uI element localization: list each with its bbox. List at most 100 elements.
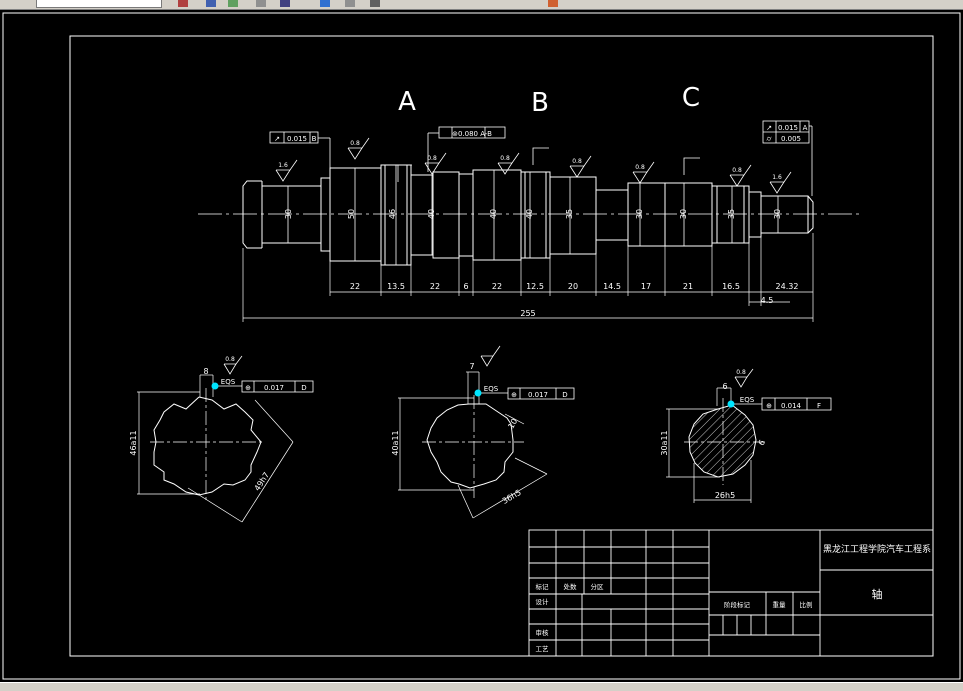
label-design: 设计 [536, 597, 550, 606]
length-label: 4.5 [761, 296, 774, 305]
school-name: 黑龙江工程学院汽车工程系 [823, 543, 931, 555]
gdt-datum: D [301, 384, 306, 392]
label-count: 处数 [564, 582, 578, 591]
gdt-value: ⊚0.080 A-B [452, 130, 492, 138]
length-label: 20 [568, 282, 578, 291]
section-a-width: 8 [203, 367, 208, 376]
diameter-label: 30 [679, 209, 688, 219]
length-label: 14.5 [603, 282, 621, 291]
tool-icon[interactable] [320, 0, 330, 7]
section-c [666, 368, 832, 503]
label-weight: 重量 [773, 601, 787, 609]
cad-drawing: A B C 30 50 46 40 40 40 35 30 30 35 30 2… [2, 12, 961, 680]
section-b-dim-outer: 36h5 [501, 488, 523, 506]
length-label: 17 [641, 282, 651, 291]
diameter-label: 30 [284, 209, 293, 219]
length-label: 12.5 [526, 282, 544, 291]
section-c-dim-outer: 26h5 [715, 491, 735, 500]
gdt-frames [269, 120, 813, 196]
length-label: 16.5 [722, 282, 740, 291]
view-label-b: B [531, 88, 549, 118]
gdt-value: 0.005 [781, 135, 801, 143]
layer-dropdown[interactable] [36, 0, 162, 8]
label-mark: 标记 [536, 582, 550, 591]
section-c-symbol: EQS [740, 396, 755, 404]
roughness-label: 0.8 [736, 369, 746, 376]
diameter-label: 40 [525, 209, 534, 219]
gdt-value: 0.015 [287, 135, 307, 143]
tool-icon[interactable] [178, 0, 188, 7]
roughness-label: 0.8 [572, 158, 582, 165]
gdt-datum: D [562, 391, 567, 399]
roughness-label: 0.8 [427, 155, 437, 162]
drawing-canvas[interactable]: A B C 30 50 46 40 40 40 35 30 30 35 30 2… [0, 10, 963, 682]
length-label: 21 [683, 282, 693, 291]
tool-icon[interactable] [228, 0, 238, 7]
diameter-label: 30 [635, 209, 644, 219]
label-stage-mark: 阶段标记 [724, 600, 751, 609]
runout-icon: ↗ [274, 135, 280, 143]
label-process: 工艺 [536, 645, 550, 653]
roughness-label: 0.8 [500, 155, 510, 162]
section-b [398, 345, 575, 519]
sheet-border [2, 12, 961, 680]
roughness-label: 0.8 [225, 356, 235, 363]
overall-length-label: 255 [520, 309, 535, 318]
length-label: 22 [350, 282, 360, 291]
length-label: 6 [463, 282, 468, 291]
tool-icon[interactable] [370, 0, 380, 7]
diameter-label: 40 [427, 209, 436, 219]
gdt-value: 0.017 [264, 384, 284, 392]
section-b-width: 7 [469, 362, 474, 371]
grip-point-icon[interactable] [211, 382, 219, 390]
diameter-label: 46 [388, 209, 397, 219]
roughness-label: 0.8 [635, 164, 645, 171]
grip-point-icon[interactable] [727, 400, 735, 408]
label-review: 审核 [536, 628, 550, 637]
roughness-label: 0.8 [732, 167, 742, 174]
roughness-label: 0.8 [350, 140, 360, 147]
length-label: 24.32 [776, 282, 799, 291]
tool-icon[interactable] [256, 0, 266, 7]
length-label: 22 [430, 282, 440, 291]
section-markers [397, 147, 700, 182]
gdt-value: 0.015 [778, 124, 798, 132]
label-zone: 分区 [591, 582, 605, 591]
gdt-datum: B [312, 135, 317, 143]
roughness-label: 1.6 [278, 162, 288, 169]
length-label: 22 [492, 282, 502, 291]
section-a-symbol: EQS [221, 378, 236, 386]
position-icon: ⊕ [766, 402, 772, 410]
flatness-icon: ⌭ [766, 135, 771, 143]
diameter-label: 30 [773, 209, 782, 219]
tool-icon[interactable] [548, 0, 558, 7]
section-c-dim-inner: 30a11 [660, 430, 669, 455]
toolbar [0, 0, 963, 10]
grip-point-icon[interactable] [474, 389, 482, 397]
section-c-dim-side: 6 [757, 438, 767, 447]
gdt-datum: F [817, 402, 821, 410]
diameter-label: 35 [565, 209, 574, 219]
position-icon: ⊕ [511, 391, 517, 399]
tool-icon[interactable] [280, 0, 290, 7]
section-a-dim-outer: 49h7 [253, 471, 272, 493]
tool-icon[interactable] [206, 0, 216, 7]
section-b-dim-inner: 40a11 [391, 430, 400, 455]
part-name: 轴 [872, 587, 883, 601]
gdt-datum: A [803, 124, 808, 132]
length-label: 13.5 [387, 282, 405, 291]
section-a-dim-inner: 46a11 [129, 430, 138, 455]
section-b-symbol: EQS [484, 385, 499, 393]
section-c-width: 6 [722, 382, 727, 391]
gdt-value: 0.017 [528, 391, 548, 399]
position-icon: ⊕ [245, 384, 251, 392]
view-label-a: A [398, 87, 416, 117]
diameter-label: 50 [347, 209, 356, 219]
view-label-c: C [682, 83, 700, 113]
tool-icon[interactable] [345, 0, 355, 7]
runout-icon: ↗ [766, 124, 772, 132]
roughness-label: 1.6 [772, 174, 782, 181]
diameter-label: 40 [489, 209, 498, 219]
label-scale: 比例 [800, 600, 813, 609]
gdt-value: 0.014 [781, 402, 802, 410]
